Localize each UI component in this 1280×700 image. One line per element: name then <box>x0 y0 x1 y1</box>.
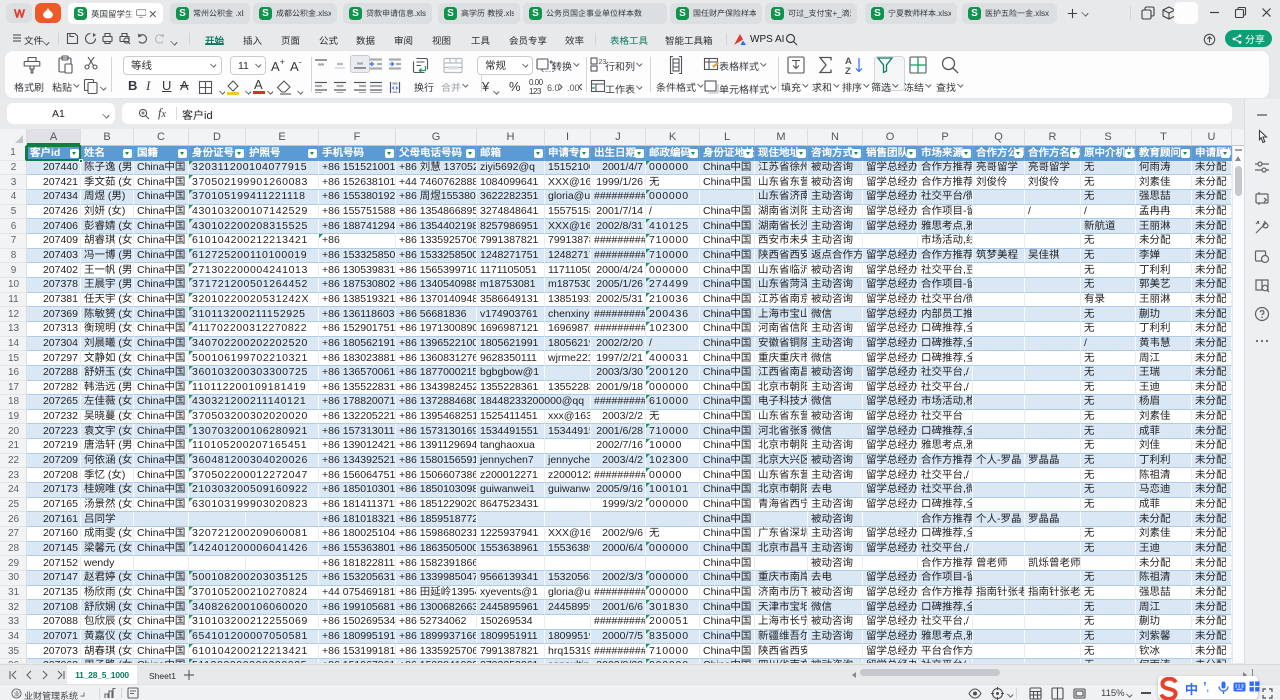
svg-text:6.0: 6.0 <box>547 83 560 93</box>
svg-text:Z: Z <box>845 66 851 75</box>
svg-text:业: 业 <box>14 689 21 697</box>
svg-text:.00: .00 <box>567 83 580 93</box>
